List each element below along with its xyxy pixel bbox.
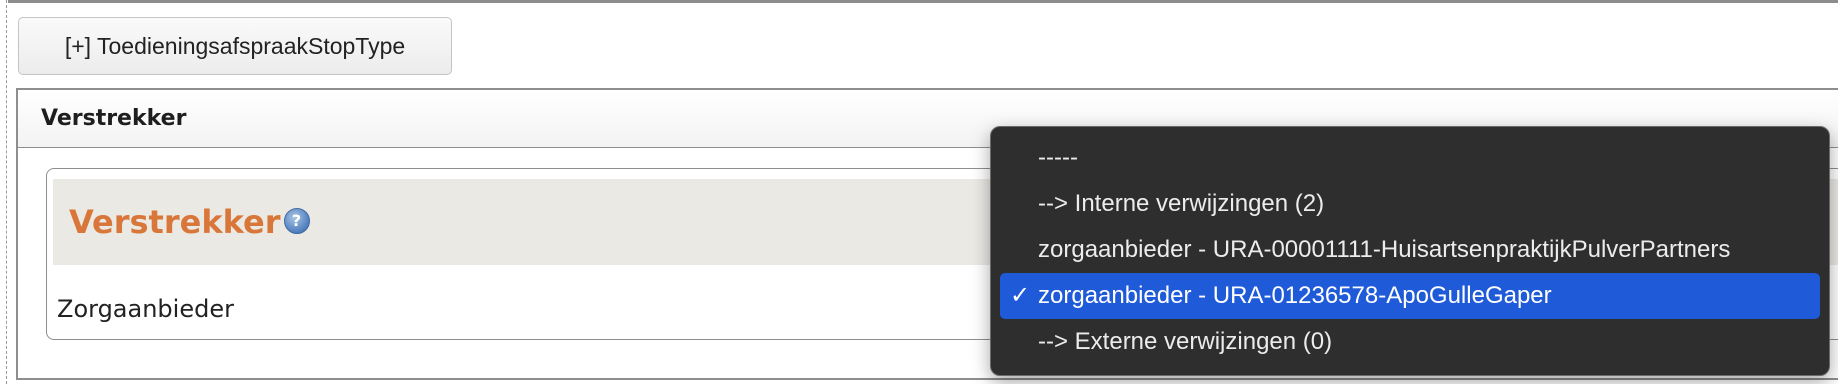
- top-divider: [8, 0, 1838, 3]
- menu-option-empty[interactable]: -----: [1000, 135, 1820, 181]
- menu-option-label: -----: [1038, 144, 1078, 171]
- zorgaanbieder-label: Zorgaanbieder: [57, 295, 234, 323]
- check-icon: ✓: [1010, 282, 1031, 309]
- menu-option-huisartsenpraktijk[interactable]: zorgaanbieder - URA-00001111-Huisartsenp…: [1000, 227, 1820, 273]
- toggle-stoptype-button[interactable]: [+] ToedieningsafspraakStopType: [18, 17, 452, 75]
- menu-option-internal-header[interactable]: --> Interne verwijzingen (2): [1000, 181, 1820, 227]
- section-title: Verstrekker: [41, 106, 187, 131]
- left-dashed-border: [6, 0, 7, 384]
- menu-option-label: zorgaanbieder - URA-01236578-ApoGulleGap…: [1038, 282, 1552, 309]
- menu-option-apogullegaper[interactable]: ✓ zorgaanbieder - URA-01236578-ApoGulleG…: [1000, 273, 1820, 319]
- menu-option-label: --> Externe verwijzingen (0): [1038, 328, 1333, 355]
- page: [+] ToedieningsafspraakStopType Verstrek…: [0, 0, 1838, 384]
- zorgaanbieder-select-menu[interactable]: ----- --> Interne verwijzingen (2) zorga…: [990, 126, 1830, 376]
- panel-title-wrapper: Verstrekker?: [69, 203, 310, 241]
- menu-option-label: --> Interne verwijzingen (2): [1038, 190, 1325, 217]
- menu-option-external-header[interactable]: --> Externe verwijzingen (0): [1000, 319, 1820, 365]
- help-icon[interactable]: ?: [283, 208, 310, 234]
- menu-option-label: zorgaanbieder - URA-00001111-Huisartsenp…: [1038, 236, 1731, 263]
- panel-title: Verstrekker: [69, 203, 281, 241]
